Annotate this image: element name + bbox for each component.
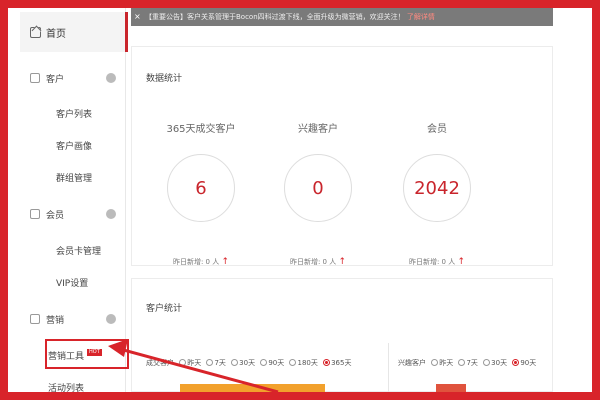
- stat-foot: 昨日新增: 0 人 ↑: [408, 257, 466, 267]
- home-icon: [30, 26, 41, 38]
- arrow-up-icon: ↑: [338, 257, 347, 267]
- radio-icon[interactable]: [179, 359, 187, 366]
- app-frame: 首页 客户 客户列表 客户画像 群组管理 会员 会员卡管理 VIP设置 营销 营…: [8, 8, 592, 392]
- sidebar-group-customer[interactable]: 客户: [20, 66, 120, 90]
- stats-card-title: 数据统计: [146, 74, 183, 84]
- stat-foot: 昨日新增: 0 人 ↑: [172, 257, 230, 267]
- highlight-annotation: [45, 339, 129, 369]
- sidebar-item-activity-list[interactable]: 活动列表: [48, 381, 84, 392]
- stat-value: 2042: [403, 154, 471, 222]
- radio-icon[interactable]: [206, 359, 214, 366]
- sidebar-group-member[interactable]: 会员: [20, 202, 120, 226]
- sidebar-item-customer-list[interactable]: 客户列表: [56, 107, 92, 120]
- radio-selected-icon[interactable]: [323, 359, 331, 366]
- arrow-up-icon: ↑: [221, 257, 230, 267]
- stat-foot: 昨日新增: 0 人 ↑: [289, 257, 347, 267]
- sidebar-group-label: 营销: [46, 315, 65, 326]
- sidebar-item-group-manage[interactable]: 群组管理: [56, 171, 92, 184]
- radio-icon[interactable]: [458, 359, 466, 366]
- sidebar-home-label: 首页: [46, 28, 66, 40]
- deal-label: 成交客户: [146, 359, 174, 367]
- sidebar-item-member-card[interactable]: 会员卡管理: [56, 244, 101, 257]
- collapse-icon[interactable]: [106, 314, 116, 324]
- collapse-icon[interactable]: [106, 73, 116, 83]
- stat-label: 365天成交客户: [166, 124, 236, 135]
- stat-label: 会员: [427, 124, 447, 135]
- interest-bar: [436, 384, 466, 392]
- notice-link[interactable]: 了解详情: [407, 13, 435, 21]
- sidebar-item-vip-settings[interactable]: VIP设置: [56, 276, 88, 289]
- stat-value: 6: [167, 154, 235, 222]
- divider: [388, 343, 389, 392]
- sidebar-group-marketing[interactable]: 营销: [20, 307, 120, 331]
- sidebar-item-customer-profile[interactable]: 客户画像: [56, 139, 92, 152]
- stat-value: 0: [284, 154, 352, 222]
- notice-text: 【重要公告】客户关系管理于Bocon四科过渡下线，全面升级为微营销，欢迎关注！: [145, 13, 405, 21]
- customer-stats-card: 客户统计: [131, 278, 553, 392]
- arrow-up-icon: ↑: [457, 257, 466, 267]
- customer-icon: [30, 73, 40, 83]
- close-icon[interactable]: ×: [134, 8, 141, 26]
- notice-bar: × 【重要公告】客户关系管理于Bocon四科过渡下线，全面升级为微营销，欢迎关注…: [131, 8, 553, 26]
- deal-bar: [180, 384, 325, 392]
- deal-range-selector: 成交客户 昨天 7天 30天 90天 180天 365天: [146, 359, 352, 367]
- customer-card-title: 客户统计: [146, 304, 183, 314]
- radio-icon[interactable]: [231, 359, 239, 366]
- radio-icon[interactable]: [483, 359, 491, 366]
- stat-label: 兴趣客户: [298, 124, 338, 135]
- sidebar-item-home[interactable]: 首页: [20, 12, 128, 52]
- radio-icon[interactable]: [260, 359, 268, 366]
- collapse-icon[interactable]: [106, 209, 116, 219]
- sidebar-group-label: 会员: [46, 210, 65, 221]
- radio-icon[interactable]: [431, 359, 439, 366]
- interest-label: 兴趣客户: [398, 359, 426, 367]
- member-icon: [30, 209, 40, 219]
- radio-selected-icon[interactable]: [512, 359, 520, 366]
- radio-icon[interactable]: [289, 359, 297, 366]
- marketing-icon: [30, 314, 40, 324]
- interest-range-selector: 兴趣客户 昨天 7天 30天 90天: [398, 359, 537, 367]
- sidebar: 首页 客户 客户列表 客户画像 群组管理 会员 会员卡管理 VIP设置 营销 营…: [8, 8, 128, 392]
- sidebar-group-label: 客户: [46, 74, 65, 85]
